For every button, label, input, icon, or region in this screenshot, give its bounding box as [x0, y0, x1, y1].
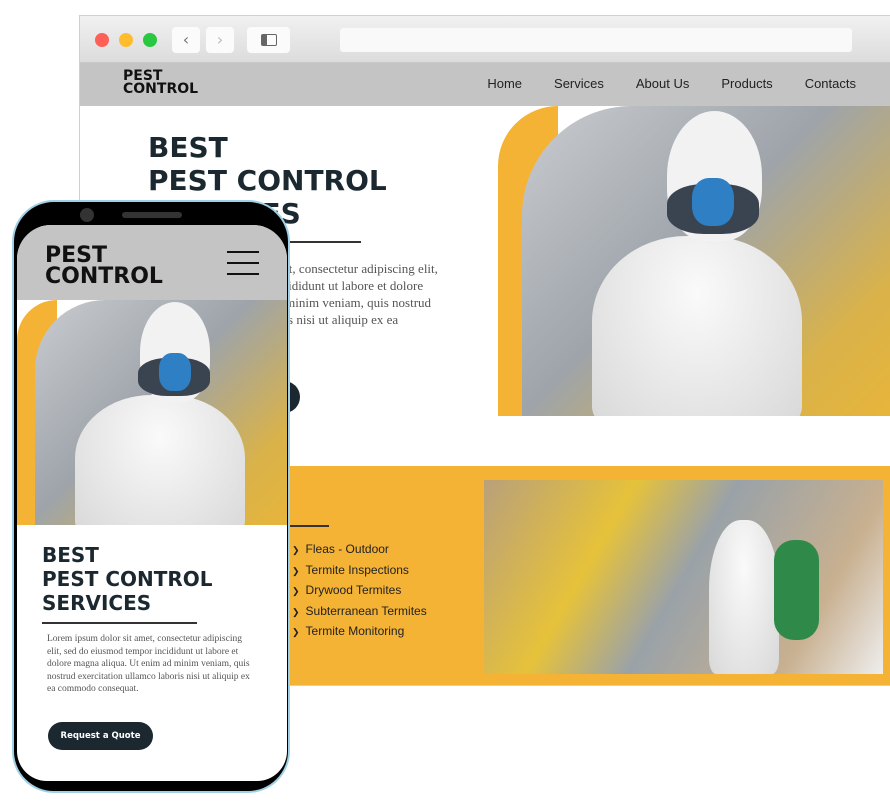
service-item[interactable]: ❯ Termite Inspections	[292, 563, 427, 584]
service-item[interactable]: ❯ Termite Monitoring	[292, 624, 427, 645]
camera-icon	[80, 208, 94, 222]
mobile-device: PEST CONTROL BEST PEST CONTROL SERVICES L…	[12, 200, 290, 793]
divider	[42, 622, 197, 624]
speaker	[122, 212, 182, 218]
protective-suit	[592, 236, 802, 416]
chevron-right-icon: ❯	[292, 565, 300, 576]
mask-center	[692, 178, 734, 226]
mobile-screen: PEST CONTROL BEST PEST CONTROL SERVICES L…	[17, 225, 287, 781]
browser-toolbar: ‹ ›	[80, 16, 890, 63]
mask-center	[159, 353, 191, 391]
service-item[interactable]: ❯ Subterranean Termites	[292, 604, 427, 625]
nav-services[interactable]: Services	[554, 76, 604, 91]
nav-home[interactable]: Home	[487, 76, 522, 91]
service-item[interactable]: ❯ Fleas - Outdoor	[292, 542, 427, 563]
chevron-right-icon: ❯	[292, 606, 300, 617]
back-button[interactable]: ‹	[172, 27, 200, 53]
nav-products[interactable]: Products	[721, 76, 772, 91]
address-bar[interactable]	[340, 28, 852, 52]
close-button[interactable]	[95, 33, 109, 47]
forward-button[interactable]: ›	[206, 27, 234, 53]
site-header: PEST CONTROL Home Services About Us Produ…	[80, 63, 890, 106]
main-nav: Home Services About Us Products Contacts	[487, 76, 856, 91]
service-item[interactable]: ❯ Drywood Termites	[292, 583, 427, 604]
sidebar-button[interactable]	[247, 27, 290, 53]
sprayer-tank	[774, 540, 819, 640]
services-list: ❯ Fleas - Outdoor ❯ Termite Inspections ❯ D…	[292, 542, 427, 645]
mobile-header: PEST CONTROL	[17, 225, 287, 300]
hero-image	[522, 106, 890, 416]
hero-title: BEST PEST CONTROL SERVICES	[42, 543, 213, 615]
protective-suit	[75, 395, 245, 525]
site-logo[interactable]: PEST CONTROL	[123, 69, 198, 97]
chevron-right-icon: ›	[216, 30, 224, 49]
nav-about-us[interactable]: About Us	[636, 76, 689, 91]
hero-image	[35, 300, 287, 525]
protective-suit	[709, 520, 779, 674]
nav-contacts[interactable]: Contacts	[805, 76, 856, 91]
chevron-left-icon: ‹	[182, 30, 190, 49]
maximize-button[interactable]	[143, 33, 157, 47]
hero-paragraph: Lorem ipsum dolor sit amet, consectetur …	[47, 634, 250, 695]
hamburger-menu-icon[interactable]	[227, 251, 259, 284]
sidebar-icon	[260, 34, 277, 46]
chevron-right-icon: ❯	[292, 586, 300, 596]
services-image	[484, 480, 883, 674]
chevron-right-icon: ❯	[292, 627, 300, 637]
request-quote-button[interactable]: Request a Quote	[48, 722, 153, 750]
chevron-right-icon: ❯	[292, 545, 300, 555]
site-logo[interactable]: PEST CONTROL	[45, 245, 163, 288]
minimize-button[interactable]	[119, 33, 133, 47]
